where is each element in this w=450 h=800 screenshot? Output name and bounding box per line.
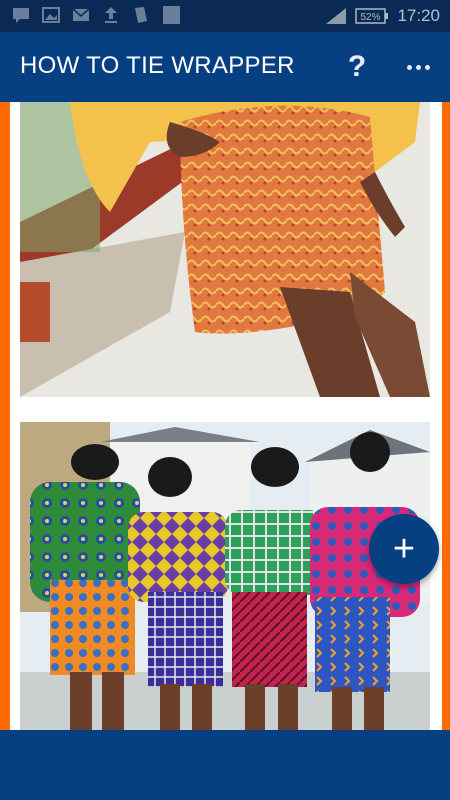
- clock: 17:20: [397, 6, 440, 25]
- signal-icon: [326, 8, 347, 24]
- app-bar: HOW TO TIE WRAPPER ?: [0, 32, 450, 102]
- overflow-menu-icon[interactable]: [400, 52, 436, 82]
- upload-icon: [105, 7, 117, 23]
- message-icon: [13, 8, 29, 23]
- file-icon: [135, 7, 147, 23]
- status-bar: 52% 17:20: [0, 0, 450, 32]
- menu-dot: [424, 64, 430, 70]
- page-title: HOW TO TIE WRAPPER: [20, 52, 295, 79]
- wrapper-skirt-photo: [20, 102, 430, 397]
- bottom-bar: [0, 730, 450, 800]
- status-right: 52% 17:20: [325, 6, 440, 26]
- menu-dot: [406, 64, 412, 70]
- image-icon: [42, 7, 60, 23]
- battery-icon: 52%: [355, 8, 389, 24]
- notification-icons: [12, 6, 180, 24]
- add-button[interactable]: +: [369, 514, 439, 584]
- gallery-image-1[interactable]: [20, 102, 430, 397]
- group-ankara-outfits-photo: [20, 422, 430, 730]
- square-icon: [163, 6, 180, 24]
- battery-text: 52%: [361, 12, 381, 23]
- gallery-image-2[interactable]: [20, 422, 430, 730]
- menu-dot: [415, 64, 421, 70]
- gallery-list[interactable]: [10, 102, 442, 730]
- mail-icon: [72, 8, 90, 21]
- help-button[interactable]: ?: [342, 50, 372, 84]
